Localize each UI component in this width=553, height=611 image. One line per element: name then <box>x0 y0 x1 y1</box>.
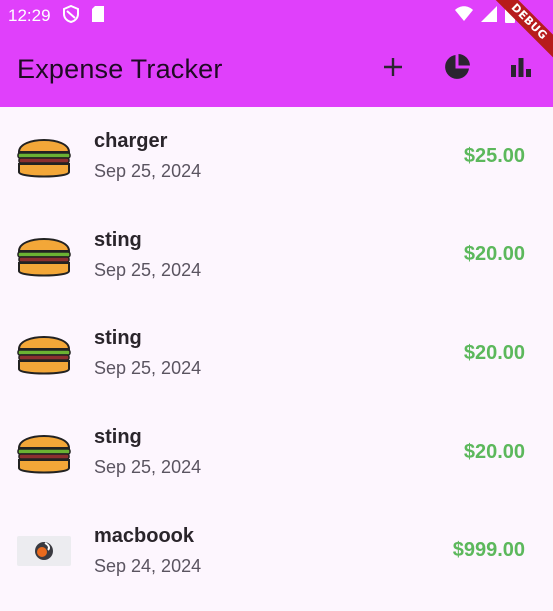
status-bar: 12:29 <box>0 0 553 32</box>
expense-row[interactable]: sting Sep 25, 2024 $20.00 <box>0 304 553 403</box>
expense-row[interactable]: charger Sep 25, 2024 $25.00 <box>0 107 553 206</box>
expense-date: Sep 25, 2024 <box>94 259 202 280</box>
wifi-icon <box>455 5 473 27</box>
signal-icon <box>481 5 497 27</box>
burger-icon <box>16 227 72 283</box>
expense-title: sting <box>94 327 142 350</box>
bar-chart-button[interactable] <box>489 42 553 98</box>
burger-icon <box>16 325 72 381</box>
burger-icon <box>16 128 72 184</box>
add-icon <box>382 56 404 83</box>
pie-chart-icon <box>443 53 471 86</box>
status-time: 12:29 <box>8 6 51 25</box>
expense-date: Sep 24, 2024 <box>94 555 202 576</box>
expense-amount: $20.00 <box>463 341 525 364</box>
laptop-icon <box>17 535 71 566</box>
expense-amount: $999.00 <box>452 539 525 562</box>
expense-amount: $20.00 <box>463 243 525 266</box>
expense-title: sting <box>94 426 142 449</box>
expense-list: charger Sep 25, 2024 $25.00 sting Sep 25… <box>0 107 553 600</box>
expense-date: Sep 25, 2024 <box>94 161 202 182</box>
expense-row[interactable]: macboook Sep 24, 2024 $999.00 <box>0 501 553 600</box>
app-bar: Expense Tracker <box>0 32 553 107</box>
add-expense-button[interactable] <box>361 42 425 98</box>
bar-chart-icon <box>510 56 532 83</box>
burger-icon <box>16 424 72 480</box>
expense-amount: $25.00 <box>463 144 525 167</box>
expense-row[interactable]: sting Sep 25, 2024 $20.00 <box>0 403 553 502</box>
shield-icon <box>62 4 79 28</box>
expense-amount: $20.00 <box>463 440 525 463</box>
expense-date: Sep 25, 2024 <box>94 358 202 379</box>
expense-title: charger <box>94 130 168 153</box>
expense-title: macboook <box>94 524 195 547</box>
expense-date: Sep 25, 2024 <box>94 457 202 478</box>
pie-chart-button[interactable] <box>425 42 489 98</box>
expense-title: sting <box>94 228 142 251</box>
expense-row[interactable]: sting Sep 25, 2024 $20.00 <box>0 206 553 305</box>
sd-card-icon <box>91 5 105 28</box>
page-title: Expense Tracker <box>17 54 223 84</box>
battery-icon <box>505 4 515 28</box>
